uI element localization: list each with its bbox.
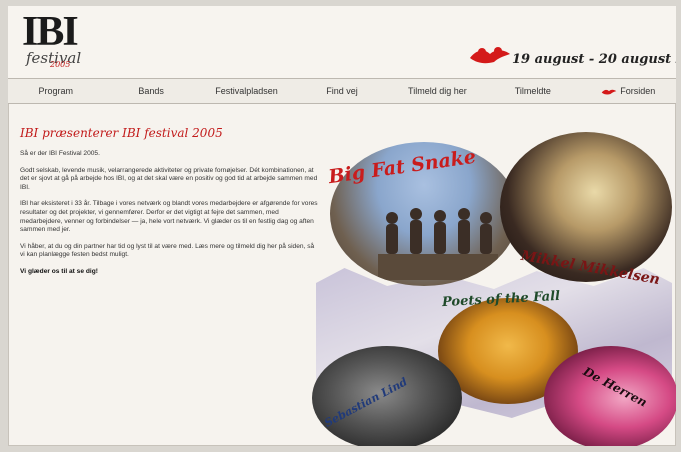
body-paragraph: IBI har eksisteret i 33 år. Tilbage i vo… <box>20 200 318 234</box>
top-nav: Program Bands Festivalpladsen Find vej T… <box>8 78 676 104</box>
nav-bands[interactable]: Bands <box>103 86 198 96</box>
site-logo[interactable]: IBI <box>22 11 79 53</box>
bands-collage: Big Fat Snake Mikkel Mikkelsen Poets of … <box>310 128 676 446</box>
site-header: IBI festival 2005 19 august - 20 august … <box>8 6 676 78</box>
festival-dates: 19 august - 20 august 2005 <box>512 52 676 67</box>
body-paragraph: Vi håber, at du og din partner har tid o… <box>20 242 315 259</box>
red-bird-icon <box>470 47 510 64</box>
closing-line: Vi glæder os til at se dig! <box>20 267 98 275</box>
main-content: IBI præsenterer IBI festival 2005 Så er … <box>20 126 320 285</box>
logo-year: 2005 <box>50 60 71 69</box>
nav-find-vej[interactable]: Find vej <box>294 86 389 96</box>
red-bird-icon <box>601 89 617 94</box>
nav-tilmeld-dig-her[interactable]: Tilmeld dig her <box>390 86 485 96</box>
nav-forsiden-label: Forsiden <box>620 86 656 96</box>
nav-festivalpladsen[interactable]: Festivalpladsen <box>199 86 294 96</box>
nav-tilmeldte[interactable]: Tilmeldte <box>485 86 580 96</box>
intro-paragraph: Så er der IBI Festival 2005. <box>20 150 100 157</box>
body-paragraph: Godt selskab, levende musik, velarranger… <box>20 166 318 191</box>
band-members-illustration <box>378 208 498 280</box>
nav-forsiden[interactable]: Forsiden <box>581 86 676 96</box>
page: IBI festival 2005 19 august - 20 august … <box>8 6 676 446</box>
band-photo-de-herren[interactable] <box>544 346 676 446</box>
page-title: IBI præsenterer IBI festival 2005 <box>20 126 223 140</box>
nav-program[interactable]: Program <box>8 86 103 96</box>
